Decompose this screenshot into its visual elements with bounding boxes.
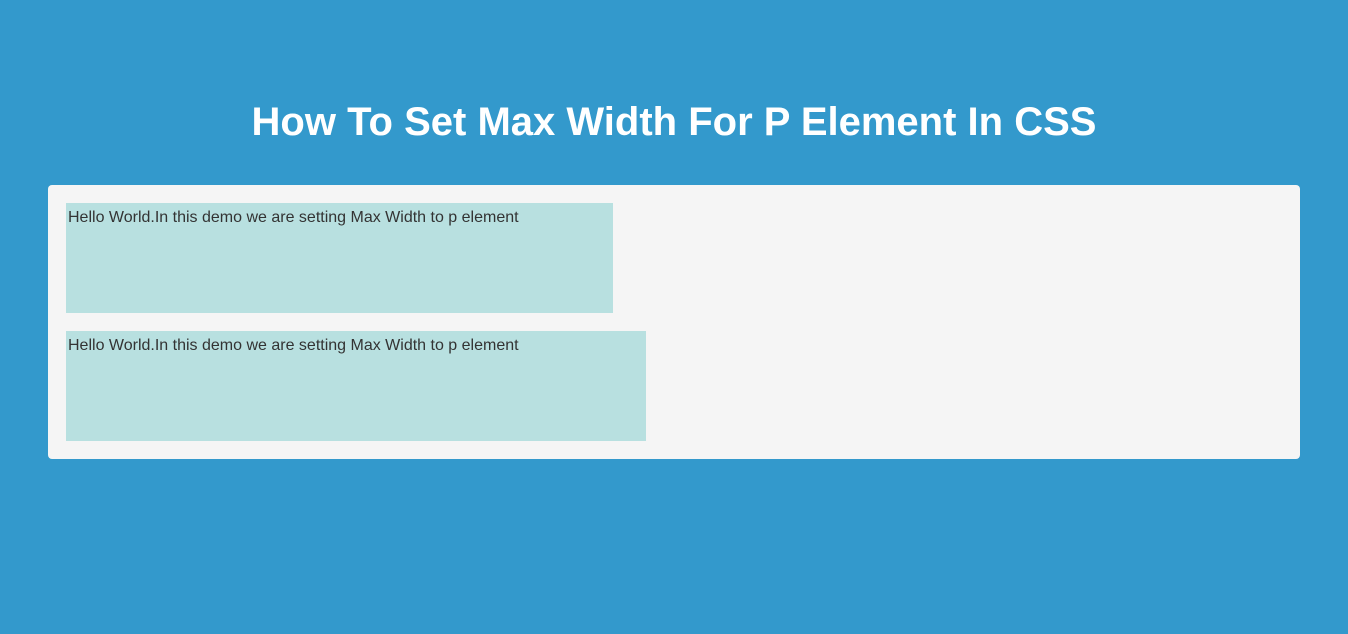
content-panel: Hello World.In this demo we are setting … <box>48 185 1300 459</box>
demo-paragraph-2: Hello World.In this demo we are setting … <box>66 331 646 441</box>
page-title: How To Set Max Width For P Element In CS… <box>40 100 1308 145</box>
demo-paragraph-1: Hello World.In this demo we are setting … <box>66 203 613 313</box>
